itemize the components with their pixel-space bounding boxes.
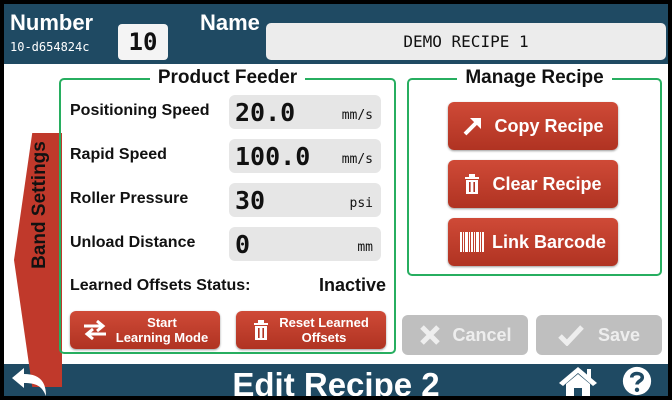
manage-recipe-group: Manage Recipe Copy Recipe Clear Recipe L… — [407, 67, 662, 276]
clear-recipe-button[interactable]: Clear Recipe — [448, 160, 618, 208]
band-settings-label: Band Settings — [29, 141, 50, 269]
cancel-button[interactable]: Cancel — [402, 315, 528, 355]
unload-distance-field[interactable]: 0 mm — [229, 227, 381, 261]
unload-distance-value: 0 — [235, 230, 251, 259]
unload-distance-label: Unload Distance — [70, 234, 196, 251]
screen: Number 10-d654824c 10 Name DEMO RECIPE 1… — [0, 0, 672, 400]
offsets-status-value: Inactive — [319, 275, 387, 295]
recipe-name-field[interactable]: DEMO RECIPE 1 — [266, 23, 666, 60]
offsets-status-label: Learned Offsets Status: — [70, 277, 251, 294]
positioning-speed-field[interactable]: 20.0 mm/s — [229, 95, 381, 129]
cancel-label: Cancel — [452, 324, 512, 345]
link-barcode-button[interactable]: Link Barcode — [448, 218, 618, 266]
roller-pressure-field[interactable]: 30 psi — [229, 183, 381, 217]
positioning-speed-label: Positioning Speed — [70, 102, 210, 119]
start-learning-mode-button[interactable]: Start Learning Mode — [70, 311, 220, 349]
barcode-icon — [459, 232, 484, 252]
start-learning-line2: Learning Mode — [115, 330, 209, 345]
swap-arrows-icon — [83, 320, 106, 340]
product-feeder-group: Product Feeder Positioning Speed 20.0 mm… — [59, 67, 396, 354]
main-panel: Band Settings Product Feeder Positioning… — [4, 64, 668, 387]
rapid-speed-label: Rapid Speed — [70, 146, 167, 163]
help-icon — [622, 366, 652, 396]
unload-distance-unit: mm — [357, 240, 373, 255]
clear-recipe-label: Clear Recipe — [492, 173, 602, 194]
positioning-speed-unit: mm/s — [341, 108, 373, 123]
recipe-id: 10-d654824c — [10, 40, 90, 54]
copy-arrow-icon — [464, 118, 482, 136]
help-button[interactable] — [620, 366, 656, 396]
save-button[interactable]: Save — [536, 315, 662, 355]
home-icon — [559, 367, 597, 396]
app-frame: Number 10-d654824c 10 Name DEMO RECIPE 1… — [4, 4, 668, 396]
x-icon — [420, 325, 441, 345]
roller-pressure-unit: psi — [349, 196, 373, 211]
home-button[interactable] — [558, 366, 602, 396]
check-icon — [558, 325, 584, 346]
trash-icon — [254, 320, 269, 340]
recipe-number-field[interactable]: 10 — [118, 24, 168, 60]
copy-recipe-label: Copy Recipe — [494, 115, 604, 136]
copy-recipe-button[interactable]: Copy Recipe — [448, 102, 618, 150]
rapid-speed-value: 100.0 — [235, 142, 311, 171]
link-barcode-label: Link Barcode — [491, 231, 607, 252]
roller-pressure-value: 30 — [235, 186, 266, 215]
number-label: Number — [10, 10, 94, 35]
reset-offsets-line1: Reset Learned — [279, 315, 369, 330]
start-learning-line1: Start — [147, 315, 177, 330]
rapid-speed-unit: mm/s — [341, 152, 373, 167]
manage-recipe-title: Manage Recipe — [457, 67, 612, 88]
name-label: Name — [200, 10, 260, 35]
reset-learned-offsets-button[interactable]: Reset Learned Offsets — [236, 311, 386, 349]
positioning-speed-value: 20.0 — [235, 98, 296, 127]
rapid-speed-field[interactable]: 100.0 mm/s — [229, 139, 381, 173]
roller-pressure-label: Roller Pressure — [70, 190, 189, 207]
save-label: Save — [597, 324, 641, 345]
reset-offsets-line2: Offsets — [301, 330, 347, 345]
trash-icon — [465, 174, 480, 194]
product-feeder-title: Product Feeder — [149, 67, 306, 88]
